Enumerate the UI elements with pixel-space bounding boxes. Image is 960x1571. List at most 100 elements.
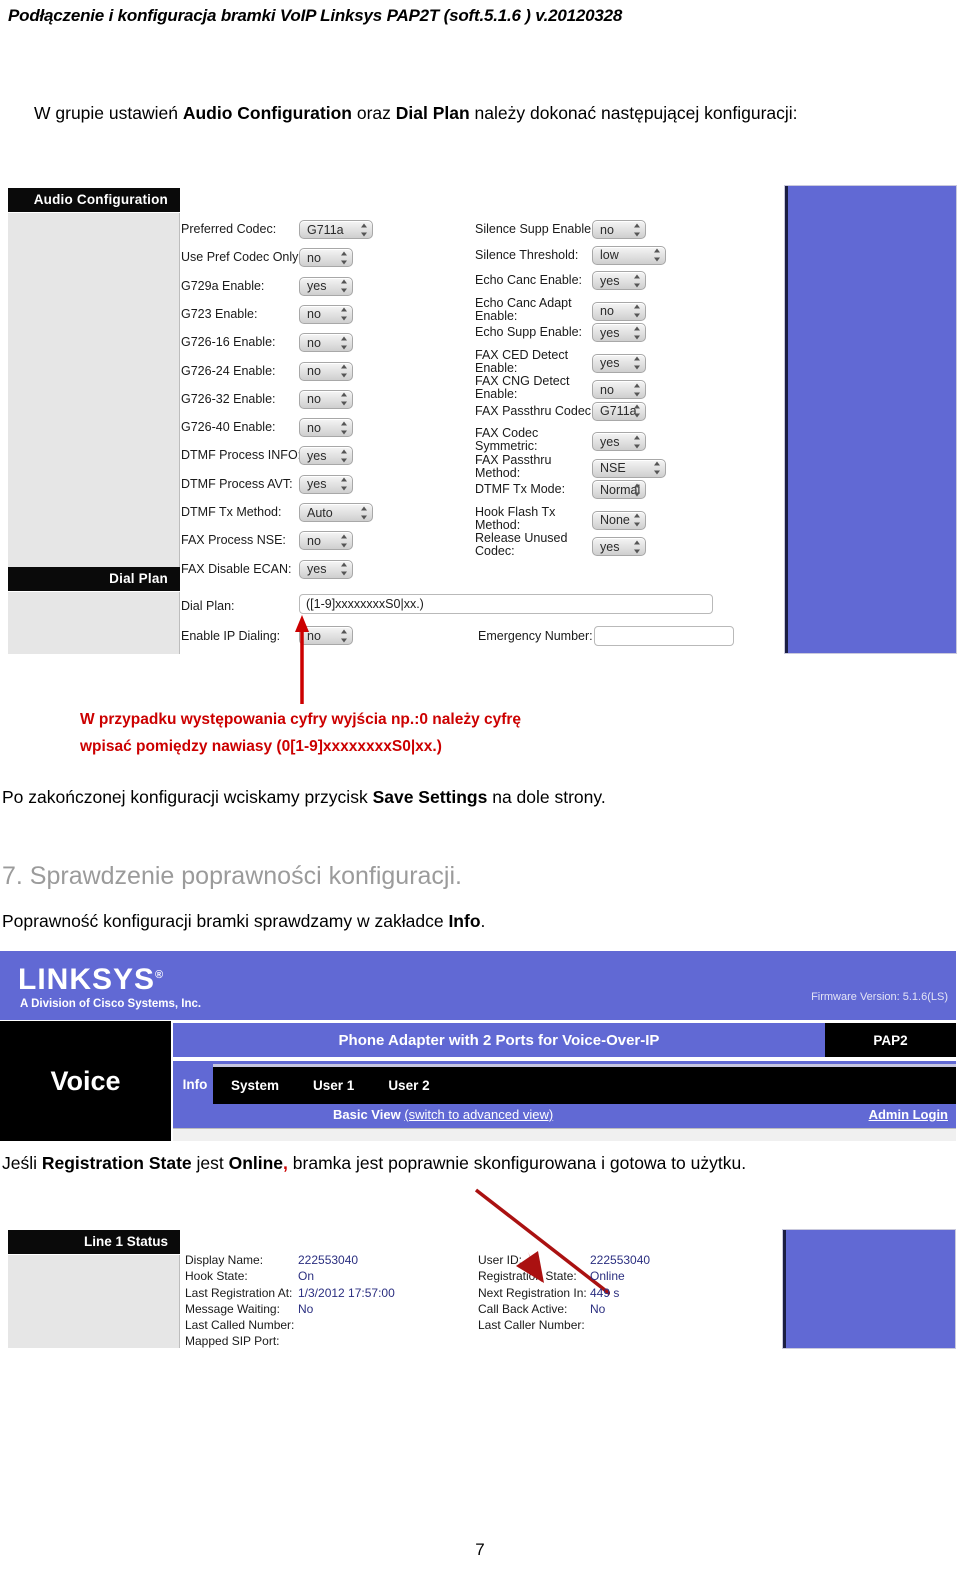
- audio-left-field-value-6: no: [307, 392, 321, 407]
- audio-left-field-label-1: Use Pref Codec Only:: [181, 250, 302, 265]
- stepper-arrows-icon[interactable]: [634, 540, 641, 553]
- line-1-status-left-column: Display Name: 222553040 Hook State: On Last …: [185, 1252, 395, 1350]
- red-note-line-1: W przypadku występowania cyfry wyjścia n…: [80, 711, 522, 728]
- audio-left-field-value-7: no: [307, 420, 321, 435]
- audio-right-field-label-4: Echo Supp Enable:: [475, 325, 583, 339]
- audio-right-field-row-9: FAX Passthru Method:: [475, 453, 551, 480]
- audio-right-field-row-6: FAX CNG Detect Enable:: [475, 374, 569, 401]
- stepper-arrows-icon[interactable]: [341, 392, 348, 406]
- dial-plan-input[interactable]: ([1-9]xxxxxxxxS0|xx.): [299, 594, 713, 614]
- stepper-arrows-icon[interactable]: [634, 483, 641, 496]
- admin-login-link[interactable]: Admin Login: [869, 1107, 948, 1122]
- audio-left-field-select-11[interactable]: no: [299, 531, 353, 551]
- stepper-arrows-icon[interactable]: [341, 251, 348, 265]
- audio-left-field-select-7[interactable]: no: [299, 418, 353, 438]
- audio-right-field-label-7: FAX Passthru Codec:: [475, 403, 595, 418]
- audio-right-field-select-5[interactable]: yes: [592, 353, 646, 373]
- red-note-line-2: wpisać pomiędzy nawiasy (0[1-9]xxxxxxxxS…: [80, 738, 442, 756]
- page-number: 7: [475, 1540, 485, 1559]
- stepper-arrows-icon[interactable]: [341, 629, 348, 642]
- audio-right-field-select-6[interactable]: no: [592, 380, 646, 399]
- stepper-arrows-icon[interactable]: [634, 404, 641, 418]
- audio-left-field-label-6: G726-32 Enable:: [181, 391, 276, 406]
- audio-left-field-select-12[interactable]: yes: [299, 559, 353, 579]
- tab-user-2[interactable]: User 2: [388, 1078, 429, 1093]
- audio-left-field-select-4[interactable]: no: [299, 333, 353, 353]
- switch-to-advanced-view-link[interactable]: (switch to advanced view): [404, 1107, 553, 1122]
- stepper-arrows-icon[interactable]: [634, 274, 641, 287]
- stepper-arrows-icon[interactable]: [634, 356, 641, 370]
- audio-right-field-select-1[interactable]: low: [592, 245, 666, 265]
- audio-left-field-select-6[interactable]: no: [299, 389, 353, 409]
- audio-left-field-select-0[interactable]: G711a: [299, 220, 373, 239]
- audio-right-field-select-4[interactable]: yes: [592, 323, 646, 342]
- audio-left-field-row-4: G726-16 Enable:: [181, 336, 276, 349]
- dial-plan-sidebar: [8, 592, 180, 654]
- stepper-arrows-icon[interactable]: [341, 279, 348, 293]
- line-status-left-value-1: On: [298, 1269, 315, 1284]
- stepper-arrows-icon[interactable]: [341, 449, 348, 463]
- audio-right-field-select-12[interactable]: yes: [592, 537, 646, 556]
- tab-system[interactable]: System: [231, 1078, 279, 1093]
- tab-info[interactable]: Info: [173, 1064, 217, 1104]
- product-title-row: Phone Adapter with 2 Ports for Voice-Ove…: [173, 1023, 956, 1057]
- dial-plan-label: Dial Plan:: [181, 599, 235, 613]
- audio-left-field-row-5: G726-24 Enable:: [181, 364, 276, 378]
- audio-right-field-select-8[interactable]: yes: [592, 432, 646, 451]
- audio-left-field-select-9[interactable]: yes: [299, 474, 353, 494]
- audio-right-field-row-11: Hook Flash Tx Method:: [475, 504, 556, 532]
- stepper-arrows-icon[interactable]: [341, 364, 348, 378]
- info-text-2: .: [480, 911, 486, 931]
- stepper-arrows-icon[interactable]: [361, 506, 368, 519]
- audio-left-field-label-0: Preferred Codec:: [181, 222, 277, 236]
- stepper-arrows-icon[interactable]: [341, 307, 348, 321]
- audio-right-field-select-2[interactable]: yes: [592, 271, 646, 290]
- tab-user-1[interactable]: User 1: [313, 1078, 354, 1093]
- line-status-left-value-0: 222553040: [298, 1253, 359, 1267]
- stepper-arrows-icon[interactable]: [634, 383, 641, 396]
- audio-left-field-select-8[interactable]: yes: [299, 446, 353, 466]
- audio-right-field-select-0[interactable]: no: [592, 220, 646, 239]
- audio-right-field-select-3[interactable]: no: [592, 301, 646, 321]
- stepper-arrows-icon[interactable]: [361, 223, 368, 236]
- audio-right-field-row-1: Silence Threshold:: [475, 248, 578, 262]
- intro-bold-audio-configuration: Audio Configuration: [182, 103, 352, 123]
- stepper-arrows-icon[interactable]: [341, 534, 348, 548]
- audio-right-field-value-2: yes: [600, 273, 620, 288]
- audio-left-field-select-2[interactable]: yes: [299, 276, 353, 296]
- stepper-arrows-icon[interactable]: [341, 336, 348, 350]
- audio-right-field-select-7[interactable]: G711a: [592, 401, 646, 421]
- stepper-arrows-icon[interactable]: [634, 435, 641, 448]
- audio-right-field-select-11[interactable]: None: [592, 510, 646, 530]
- audio-configuration-screenshot: Audio Configuration Dial Plan Preferred …: [0, 176, 960, 704]
- audio-right-field-value-4: yes: [600, 325, 620, 340]
- navigation-tab-bar: Info System User 1 User 2: [173, 1061, 956, 1104]
- linksys-logo: LINKSYS®: [18, 963, 164, 997]
- line-status-left-label-5: Mapped SIP Port:: [185, 1334, 280, 1349]
- stepper-arrows-icon[interactable]: [634, 326, 641, 339]
- audio-left-field-value-2: yes: [307, 279, 327, 294]
- audio-right-field-select-9[interactable]: NSE: [592, 458, 666, 478]
- stepper-arrows-icon[interactable]: [654, 248, 661, 262]
- audio-left-field-select-5[interactable]: no: [299, 361, 353, 381]
- audio-left-field-select-10[interactable]: Auto: [299, 503, 373, 522]
- audio-right-field-select-10[interactable]: Normal: [592, 480, 646, 499]
- line-status-right-row-4: Last Caller Number:: [478, 1317, 650, 1333]
- basic-view-label: Basic View (switch to advanced view): [333, 1107, 553, 1122]
- final-paragraph: Jeśli Registration State jest Online, br…: [2, 1153, 746, 1175]
- view-mode-row: Basic View (switch to advanced view) Adm…: [173, 1104, 956, 1128]
- emergency-number-input[interactable]: [594, 626, 734, 646]
- stepper-arrows-icon[interactable]: [654, 461, 661, 475]
- stepper-arrows-icon[interactable]: [634, 223, 641, 236]
- stepper-arrows-icon[interactable]: [341, 477, 348, 491]
- stepper-arrows-icon[interactable]: [341, 562, 348, 576]
- audio-left-field-select-1[interactable]: no: [299, 248, 353, 268]
- stepper-arrows-icon[interactable]: [634, 513, 641, 527]
- audio-left-field-select-3[interactable]: no: [299, 304, 353, 324]
- audio-right-field-label-11: Hook Flash Tx Method:: [475, 504, 556, 532]
- intro-text-3: należy dokonać następującej konfiguracji…: [469, 103, 798, 123]
- audio-left-field-row-11: FAX Process NSE:: [181, 534, 286, 547]
- audio-left-field-row-1: Use Pref Codec Only:: [181, 251, 302, 264]
- stepper-arrows-icon[interactable]: [341, 421, 348, 435]
- stepper-arrows-icon[interactable]: [634, 304, 641, 318]
